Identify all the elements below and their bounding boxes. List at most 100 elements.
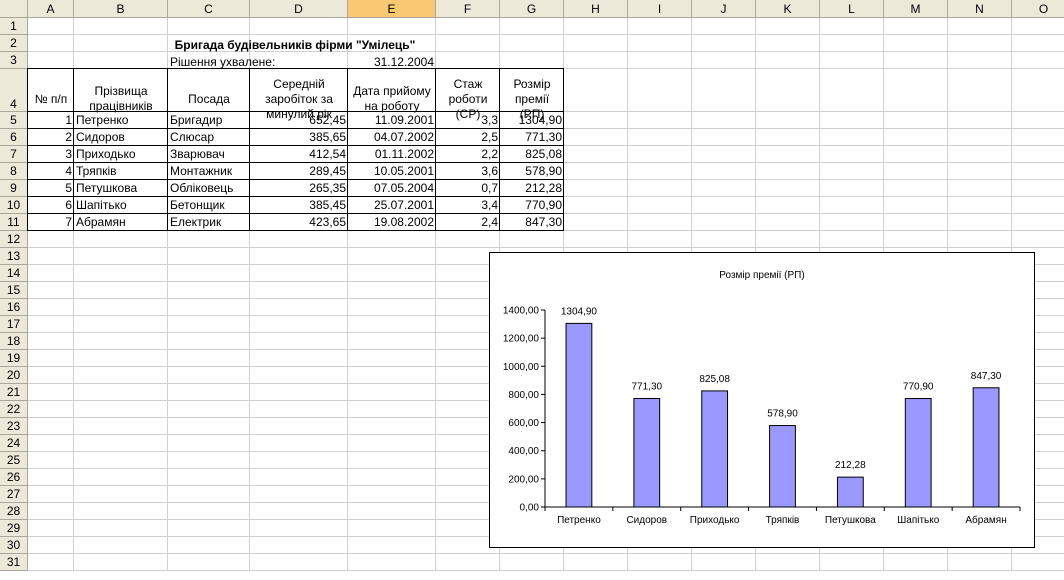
grid-cell[interactable] xyxy=(948,52,1012,69)
row-header-10[interactable]: 10 xyxy=(0,197,28,214)
row-header-9[interactable]: 9 xyxy=(0,180,28,197)
grid-cell[interactable] xyxy=(348,316,436,333)
column-header-b[interactable]: B xyxy=(74,0,168,18)
row-header-14[interactable]: 14 xyxy=(0,265,28,282)
grid-cell[interactable] xyxy=(692,52,756,69)
grid-cell[interactable] xyxy=(168,537,250,554)
cell-experience[interactable]: 2,4 xyxy=(436,214,500,231)
cell-experience[interactable]: 3,4 xyxy=(436,197,500,214)
grid-cell[interactable] xyxy=(884,52,948,69)
grid-cell[interactable] xyxy=(348,231,436,248)
grid-cell[interactable] xyxy=(628,129,692,146)
grid-cell[interactable] xyxy=(756,112,820,129)
grid-cell[interactable] xyxy=(628,69,692,112)
grid-cell[interactable] xyxy=(756,35,820,52)
bonus-chart[interactable]: Розмір премії (РП) 0,00 200,00 400,00 600,0… xyxy=(489,252,1035,548)
grid-cell[interactable] xyxy=(168,350,250,367)
grid-cell[interactable] xyxy=(348,520,436,537)
grid-cell[interactable] xyxy=(250,401,348,418)
grid-cell[interactable] xyxy=(564,69,628,112)
grid-cell[interactable] xyxy=(692,231,756,248)
grid-cell[interactable] xyxy=(820,163,884,180)
cell-experience[interactable]: 0,7 xyxy=(436,180,500,197)
grid-cell[interactable] xyxy=(820,214,884,231)
grid-cell[interactable] xyxy=(28,52,74,69)
cell-bonus[interactable]: 825,08 xyxy=(500,146,564,163)
cell-salary[interactable]: 385,65 xyxy=(250,129,348,146)
grid-cell[interactable] xyxy=(564,180,628,197)
grid-cell[interactable] xyxy=(250,469,348,486)
grid-cell[interactable] xyxy=(74,537,168,554)
grid-cell[interactable] xyxy=(948,35,1012,52)
grid-cell[interactable] xyxy=(564,146,628,163)
column-header-i[interactable]: I xyxy=(628,0,692,18)
grid-cell[interactable] xyxy=(564,231,628,248)
grid-cell[interactable] xyxy=(884,112,948,129)
grid-cell[interactable] xyxy=(348,350,436,367)
grid-cell[interactable] xyxy=(1012,231,1064,248)
cell-hire-date[interactable]: 11.09.2001 xyxy=(348,112,436,129)
row-header-8[interactable]: 8 xyxy=(0,163,28,180)
row-header-19[interactable]: 19 xyxy=(0,350,28,367)
grid-cell[interactable] xyxy=(74,316,168,333)
grid-cell[interactable] xyxy=(74,503,168,520)
grid-cell[interactable] xyxy=(500,52,564,69)
grid-cell[interactable] xyxy=(948,18,1012,35)
grid-cell[interactable] xyxy=(168,435,250,452)
grid-cell[interactable] xyxy=(948,214,1012,231)
grid-cell[interactable] xyxy=(74,299,168,316)
grid-cell[interactable] xyxy=(168,265,250,282)
grid-cell[interactable] xyxy=(168,333,250,350)
grid-cell[interactable] xyxy=(168,18,250,35)
row-header-30[interactable]: 30 xyxy=(0,537,28,554)
grid-cell[interactable] xyxy=(28,435,74,452)
row-header-29[interactable]: 29 xyxy=(0,520,28,537)
cell-salary[interactable]: 289,45 xyxy=(250,163,348,180)
grid-cell[interactable] xyxy=(74,469,168,486)
grid-cell[interactable] xyxy=(348,384,436,401)
grid-cell[interactable] xyxy=(348,18,436,35)
grid-cell[interactable] xyxy=(756,69,820,112)
column-header-h[interactable]: H xyxy=(564,0,628,18)
grid-cell[interactable] xyxy=(1012,146,1064,163)
grid-cell[interactable] xyxy=(628,197,692,214)
grid-cell[interactable] xyxy=(168,486,250,503)
grid-cell[interactable] xyxy=(250,435,348,452)
grid-cell[interactable] xyxy=(74,452,168,469)
grid-cell[interactable] xyxy=(564,35,628,52)
cell-bonus[interactable]: 1304,90 xyxy=(500,112,564,129)
grid-cell[interactable] xyxy=(348,435,436,452)
grid-cell[interactable] xyxy=(692,69,756,112)
grid-cell[interactable] xyxy=(250,333,348,350)
grid-cell[interactable] xyxy=(348,265,436,282)
grid-cell[interactable] xyxy=(756,180,820,197)
row-header-5[interactable]: 5 xyxy=(0,112,28,129)
grid-cell[interactable] xyxy=(28,384,74,401)
grid-cell[interactable] xyxy=(692,554,756,571)
cell-position[interactable]: Бригадир xyxy=(168,112,250,129)
column-header-c[interactable]: C xyxy=(168,0,250,18)
grid-cell[interactable] xyxy=(628,146,692,163)
column-header-n[interactable]: N xyxy=(948,0,1012,18)
grid-cell[interactable] xyxy=(564,554,628,571)
grid-cell[interactable] xyxy=(28,299,74,316)
grid-cell[interactable] xyxy=(1012,112,1064,129)
cell-bonus[interactable]: 212,28 xyxy=(500,180,564,197)
grid-cell[interactable] xyxy=(756,554,820,571)
grid-cell[interactable] xyxy=(74,282,168,299)
grid-cell[interactable] xyxy=(628,52,692,69)
grid-cell[interactable] xyxy=(884,69,948,112)
cell-hire-date[interactable]: 10.05.2001 xyxy=(348,163,436,180)
grid-cell[interactable] xyxy=(28,401,74,418)
row-header-25[interactable]: 25 xyxy=(0,452,28,469)
grid-cell[interactable] xyxy=(820,112,884,129)
column-header-o[interactable]: O xyxy=(1012,0,1064,18)
grid-cell[interactable] xyxy=(1012,52,1064,69)
row-header-31[interactable]: 31 xyxy=(0,554,28,571)
cell-surname[interactable]: Абрамян xyxy=(74,214,168,231)
grid-cell[interactable] xyxy=(692,146,756,163)
grid-cell[interactable] xyxy=(250,486,348,503)
grid-cell[interactable] xyxy=(820,129,884,146)
row-header-11[interactable]: 11 xyxy=(0,214,28,231)
grid-cell[interactable] xyxy=(884,18,948,35)
